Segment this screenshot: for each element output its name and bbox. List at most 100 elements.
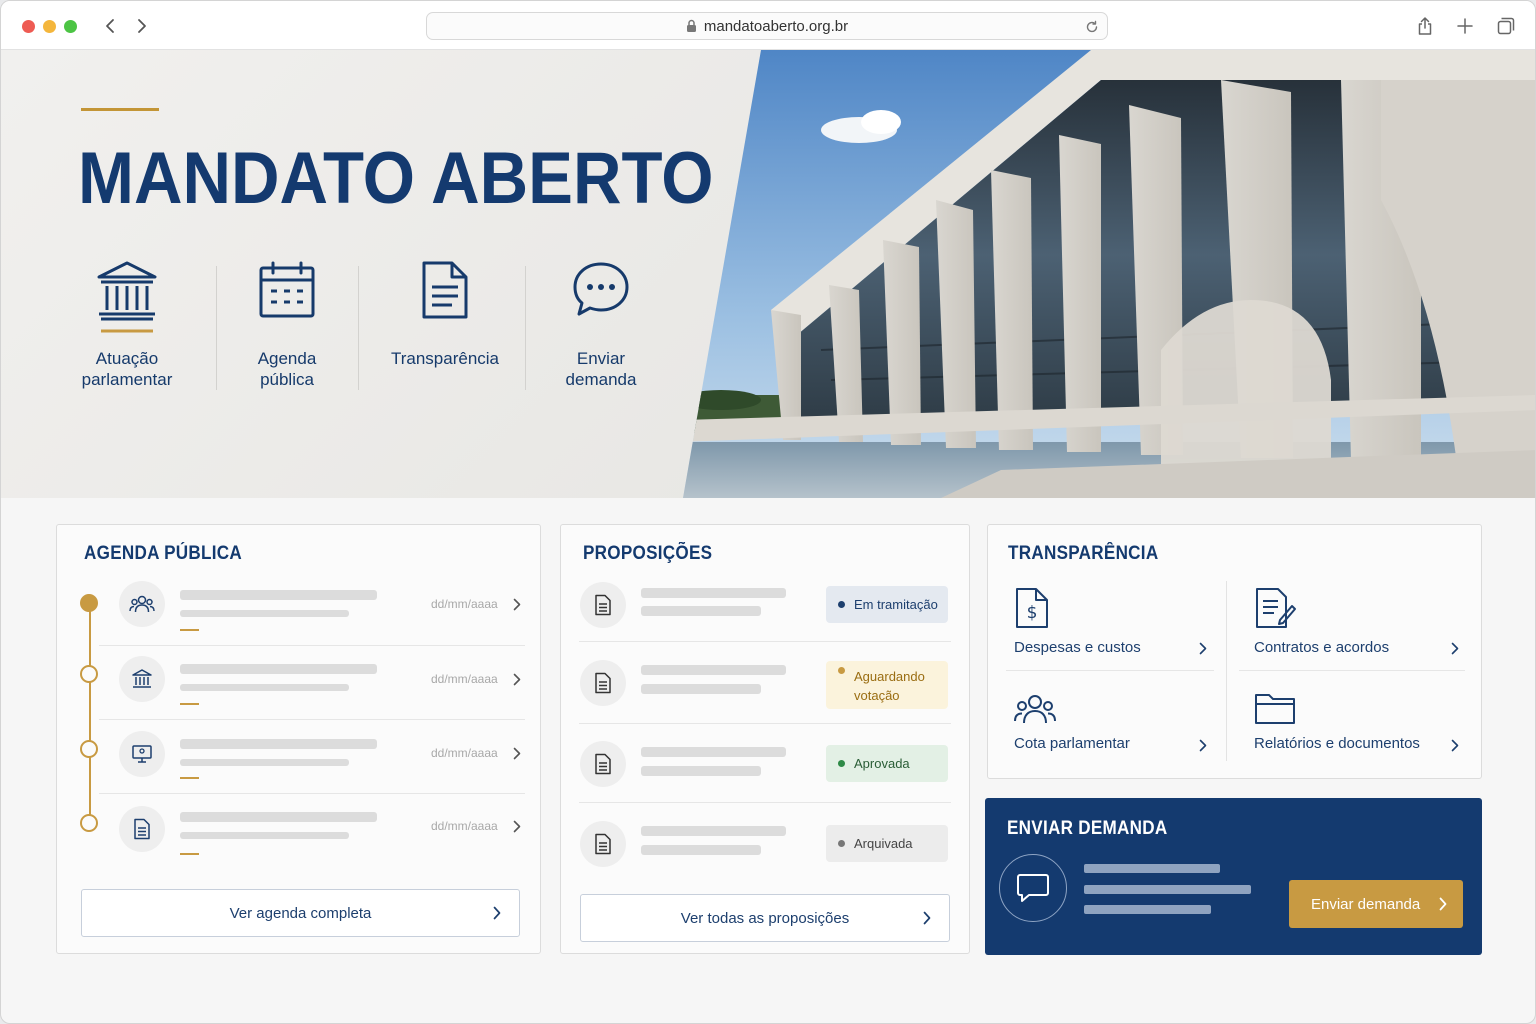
quick-link-transparencia[interactable]: Transparência: [387, 260, 503, 369]
row-divider: [99, 645, 525, 646]
column-divider: [1226, 581, 1227, 761]
chevron-right-icon: [493, 906, 501, 924]
proposicao-title-placeholder: [641, 826, 786, 836]
demand-icon-circle: [999, 854, 1067, 922]
new-tab-button[interactable]: [1454, 15, 1476, 37]
agenda-item-icon: [119, 731, 165, 777]
agenda-item-date: dd/mm/aaaa: [431, 672, 498, 686]
browser-toolbar: mandatoaberto.org.br: [1, 1, 1535, 50]
view-full-agenda-button[interactable]: Ver agenda completa: [81, 889, 520, 937]
transparencia-item-cota[interactable]: Cota parlamentar: [1014, 693, 1210, 752]
quick-link-label: Transparência: [390, 349, 500, 368]
proposicao-subtitle-placeholder: [641, 684, 761, 694]
dollar-document-icon: $: [1016, 588, 1048, 628]
calendar-icon: [259, 261, 315, 318]
agenda-item-accent: [180, 703, 199, 705]
row-divider: [99, 793, 525, 794]
quick-link-label: pública: [260, 370, 314, 389]
quick-link-label: Agenda: [257, 349, 317, 368]
agenda-item-title-placeholder: [180, 739, 377, 749]
back-button[interactable]: [99, 15, 121, 37]
transparencia-item-chevron[interactable]: [1448, 738, 1462, 752]
demand-text-placeholder: [1084, 905, 1211, 914]
proposicao-item-icon: [580, 582, 626, 628]
proposicao-item-icon: [580, 660, 626, 706]
agenda-item-date: dd/mm/aaaa: [431, 819, 498, 833]
proposicao-subtitle-placeholder: [641, 766, 761, 776]
hero-banner: MANDATO ABERTO Atuação parlamentar Agend…: [1, 50, 1535, 498]
maximize-window-button[interactable]: [64, 20, 77, 33]
transparencia-title: TRANSPARÊNCIA: [1008, 543, 1159, 564]
transparencia-item-despesas[interactable]: $ Despesas e custos: [1014, 587, 1210, 656]
agenda-item-title-placeholder: [180, 664, 377, 674]
quick-link-label: parlamentar: [81, 370, 173, 389]
demand-text-placeholder: [1084, 864, 1220, 873]
row-divider: [579, 641, 951, 642]
agenda-item-open-button[interactable]: [510, 819, 524, 833]
share-icon: [1418, 17, 1432, 35]
chevron-right-icon: [513, 747, 521, 759]
row-divider: [579, 802, 951, 803]
transparencia-item-relatorios[interactable]: Relatórios e documentos: [1254, 691, 1454, 752]
agenda-item-open-button[interactable]: [510, 746, 524, 760]
enviar-demanda-card: ENVIAR DEMANDA Enviar demanda: [985, 798, 1482, 955]
chevron-right-icon: [1199, 642, 1207, 654]
building-icon: [132, 669, 152, 688]
button-label: Ver agenda completa: [229, 904, 372, 922]
transparencia-item-chevron[interactable]: [1448, 641, 1462, 655]
transparencia-item-label: Relatórios e documentos: [1254, 735, 1420, 752]
transparencia-item-label: Cota parlamentar: [1014, 735, 1130, 752]
page-title: MANDATO ABERTO: [78, 138, 714, 219]
document-icon: [595, 672, 611, 694]
status-badge: Aguardando votação: [826, 661, 948, 709]
quick-link-divider: [358, 266, 359, 390]
transparencia-item-label: Contratos e acordos: [1254, 639, 1390, 656]
status-badge: Aprovada: [826, 745, 948, 782]
quick-link-agenda[interactable]: Agenda pública: [237, 260, 337, 390]
quick-link-atuacao[interactable]: Atuação parlamentar: [77, 260, 177, 390]
tab-overview-button[interactable]: [1495, 15, 1517, 37]
status-line: Aguardando: [854, 669, 925, 684]
agenda-item-icon: [119, 656, 165, 702]
transparencia-item-label: Despesas e custos: [1014, 639, 1141, 656]
chat-icon: [1017, 874, 1049, 902]
agenda-item-open-button[interactable]: [510, 672, 524, 686]
forward-button[interactable]: [131, 15, 153, 37]
transparencia-item-chevron[interactable]: [1196, 738, 1210, 752]
address-bar[interactable]: mandatoaberto.org.br: [426, 12, 1108, 40]
chevron-right-icon: [513, 820, 521, 832]
button-label: Enviar demanda: [1311, 895, 1421, 913]
agenda-timeline: [89, 603, 91, 823]
agenda-item-accent: [180, 777, 199, 779]
agenda-item-title-placeholder: [180, 812, 377, 822]
chevron-right-icon: [923, 911, 931, 929]
reload-button[interactable]: [1083, 18, 1101, 36]
agenda-item-subtitle-placeholder: [180, 610, 349, 617]
document-icon: [134, 818, 150, 840]
transparencia-item-contratos[interactable]: Contratos e acordos: [1254, 587, 1454, 656]
agenda-item-open-button[interactable]: [510, 597, 524, 611]
agenda-item-icon: [119, 806, 165, 852]
agenda-item-accent: [180, 853, 199, 855]
monitor-icon: [132, 745, 152, 763]
timeline-dot: [80, 740, 98, 758]
transparencia-item-chevron[interactable]: [1196, 641, 1210, 655]
enviar-demanda-button[interactable]: Enviar demanda: [1289, 880, 1463, 928]
proposicao-title-placeholder: [641, 747, 786, 757]
status-badge-label: Aguardando votação: [854, 667, 925, 705]
document-icon: [595, 594, 611, 616]
view-all-proposicoes-button[interactable]: Ver todas as proposições: [580, 894, 950, 942]
row-divider: [579, 723, 951, 724]
timeline-dot: [80, 594, 98, 612]
quick-link-enviar-demanda[interactable]: Enviar demanda: [551, 260, 651, 390]
status-line: votação: [854, 688, 900, 703]
close-window-button[interactable]: [22, 20, 35, 33]
quick-link-label: Atuação: [95, 349, 159, 368]
quick-link-label: Enviar: [576, 349, 626, 368]
agenda-item-icon: [119, 581, 165, 627]
minimize-window-button[interactable]: [43, 20, 56, 33]
agenda-item-subtitle-placeholder: [180, 759, 349, 766]
proposicao-title-placeholder: [641, 588, 786, 598]
people-icon: [129, 595, 155, 613]
share-button[interactable]: [1414, 15, 1436, 37]
